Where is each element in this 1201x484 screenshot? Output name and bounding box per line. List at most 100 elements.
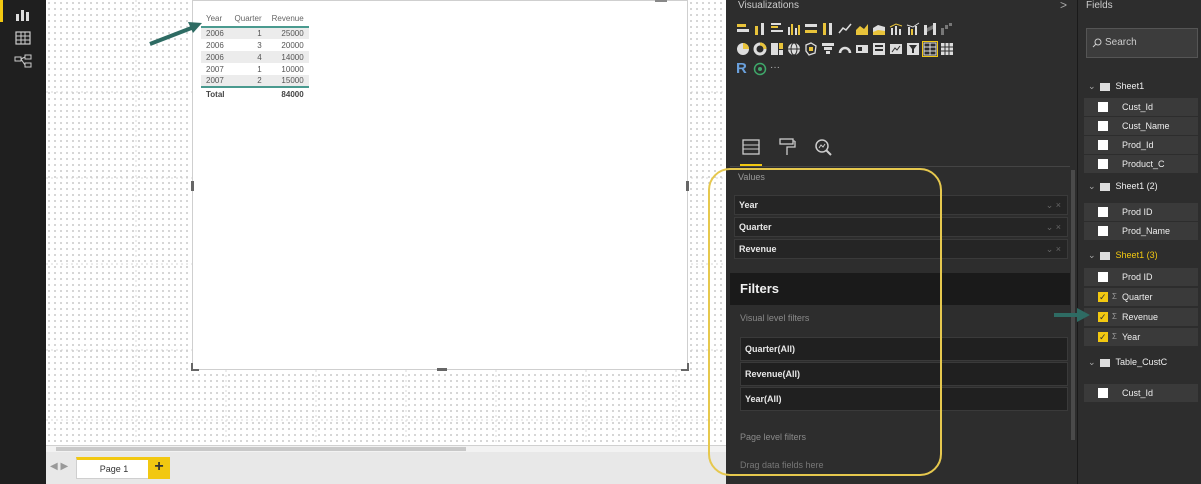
table-visual[interactable]: Year Quarter Revenue 2006 1 25000 2006 3… xyxy=(191,0,689,371)
pane-scrollbar[interactable] xyxy=(1071,170,1075,440)
map-icon[interactable] xyxy=(787,42,801,56)
field-table-sheet1-3[interactable]: ⌄ Sheet1 (3) xyxy=(1082,245,1201,265)
checkbox[interactable] xyxy=(1098,207,1108,217)
funnel-chart-icon[interactable] xyxy=(821,42,835,56)
checkbox[interactable] xyxy=(1098,388,1108,398)
page-tab-1[interactable]: Page 1 xyxy=(76,457,152,479)
more-visuals-icon[interactable]: ··· xyxy=(770,62,780,78)
column-header-revenue[interactable]: Revenue xyxy=(267,13,309,27)
filter-quarter[interactable]: Quarter(All) xyxy=(740,337,1068,361)
checkbox[interactable] xyxy=(1098,226,1108,236)
table-visual-icon[interactable] xyxy=(922,41,938,57)
fields-pane: Fields Search ⌄ Sheet1 Cust_Id Cust_Name … xyxy=(1077,0,1201,484)
ribbon-chart-icon[interactable] xyxy=(923,22,937,36)
table-icon xyxy=(1099,358,1110,367)
report-canvas[interactable]: Year Quarter Revenue 2006 1 25000 2006 3… xyxy=(46,0,726,445)
total-value: 84000 xyxy=(266,86,309,100)
data-table: Year Quarter Revenue 2006 1 25000 2006 3… xyxy=(201,13,309,100)
data-view-icon[interactable] xyxy=(13,28,33,48)
value-well-revenue[interactable]: Revenue ⌄ × xyxy=(734,239,1068,259)
checkbox[interactable] xyxy=(1098,159,1108,169)
waterfall-chart-icon[interactable] xyxy=(940,22,954,36)
well-remove-icon[interactable]: ⌄ × xyxy=(1046,196,1061,214)
value-well-year[interactable]: Year ⌄ × xyxy=(734,195,1068,215)
gauge-icon[interactable] xyxy=(838,42,852,56)
checkbox-checked[interactable] xyxy=(1098,288,1108,306)
well-remove-icon[interactable]: ⌄ × xyxy=(1046,218,1061,236)
line-chart-icon[interactable] xyxy=(838,22,852,36)
filter-revenue[interactable]: Revenue(All) xyxy=(740,362,1068,386)
resize-handle-bottom-left[interactable] xyxy=(191,363,199,371)
collapse-pane-icon[interactable]: > xyxy=(1060,0,1067,12)
horizontal-scrollbar[interactable] xyxy=(46,446,726,452)
card-icon[interactable] xyxy=(855,42,869,56)
filter-year[interactable]: Year(All) xyxy=(740,387,1068,411)
visual-options-handle[interactable] xyxy=(655,0,667,2)
resize-handle-left[interactable] xyxy=(191,181,194,191)
well-remove-icon[interactable]: ⌄ × xyxy=(1046,240,1061,258)
stacked-area-chart-icon[interactable] xyxy=(872,22,886,36)
matrix-icon[interactable] xyxy=(940,42,954,56)
sigma-icon: Σ xyxy=(1112,312,1117,321)
pie-chart-icon[interactable] xyxy=(736,42,750,56)
field-table-sheet1-2[interactable]: ⌄ Sheet1 (2) xyxy=(1082,176,1201,196)
field-product-c[interactable]: Product_C xyxy=(1084,155,1198,173)
donut-chart-icon[interactable] xyxy=(753,42,767,56)
value-well-quarter[interactable]: Quarter ⌄ × xyxy=(734,217,1068,237)
r-script-visual-icon[interactable]: R xyxy=(736,61,750,78)
field-revenue[interactable]: ΣRevenue xyxy=(1084,308,1198,326)
checkbox-checked[interactable] xyxy=(1098,328,1108,346)
slicer-icon[interactable] xyxy=(906,42,920,56)
field-cust-id-2[interactable]: Cust_Id xyxy=(1084,384,1198,402)
annotation-arrow-icon xyxy=(1054,308,1090,322)
column-header-quarter[interactable]: Quarter xyxy=(230,13,267,27)
resize-handle-bottom-right[interactable] xyxy=(681,363,689,371)
drop-zone-hint[interactable]: Drag data fields here xyxy=(740,460,824,470)
checkbox[interactable] xyxy=(1098,121,1108,131)
100-bar-chart-icon[interactable] xyxy=(804,22,818,36)
resize-handle-bottom[interactable] xyxy=(437,368,447,371)
treemap-icon[interactable] xyxy=(770,42,784,56)
clustered-bar-chart-icon[interactable] xyxy=(770,22,784,36)
add-page-button[interactable]: + xyxy=(148,457,170,479)
100-column-chart-icon[interactable] xyxy=(821,22,835,36)
kpi-icon[interactable] xyxy=(889,42,903,56)
checkbox[interactable] xyxy=(1098,140,1108,150)
field-cust-name[interactable]: Cust_Name xyxy=(1084,117,1198,135)
field-prod-name[interactable]: Prod_Name xyxy=(1084,222,1198,240)
field-quarter[interactable]: ΣQuarter xyxy=(1084,288,1198,306)
field-year[interactable]: ΣYear xyxy=(1084,328,1198,346)
format-paint-roller-icon[interactable] xyxy=(776,136,798,166)
fields-tab-icon[interactable] xyxy=(740,136,762,166)
fields-search-input[interactable]: Search xyxy=(1086,28,1198,58)
clustered-column-chart-icon[interactable] xyxy=(787,22,801,36)
field-table-sheet1[interactable]: ⌄ Sheet1 xyxy=(1082,76,1201,96)
field-cust-id[interactable]: Cust_Id xyxy=(1084,98,1198,116)
field-prod-id-3[interactable]: Prod ID xyxy=(1084,268,1198,286)
checkbox-checked[interactable] xyxy=(1098,308,1108,326)
sigma-icon: Σ xyxy=(1112,292,1117,301)
checkbox[interactable] xyxy=(1098,272,1108,282)
field-table-table-custc[interactable]: ⌄ Table_CustC xyxy=(1082,352,1201,372)
table-row: 2007 1 10000 xyxy=(201,63,309,75)
analytics-magnifier-icon[interactable] xyxy=(812,136,834,166)
field-prod-id[interactable]: Prod_Id xyxy=(1084,136,1198,154)
search-icon xyxy=(1092,38,1102,48)
line-clustered-column-chart-icon[interactable] xyxy=(906,22,920,36)
cell-revenue: 25000 xyxy=(266,27,309,39)
relationship-view-icon[interactable] xyxy=(13,52,33,72)
field-prod-id-2[interactable]: Prod ID xyxy=(1084,203,1198,221)
page-nav-arrows-icon[interactable]: ◀ ▶ xyxy=(50,461,68,472)
area-chart-icon[interactable] xyxy=(855,22,869,36)
filled-map-icon[interactable] xyxy=(804,42,818,56)
table-row: 2006 1 25000 xyxy=(201,27,309,39)
resize-handle-right[interactable] xyxy=(686,181,689,191)
multi-row-card-icon[interactable] xyxy=(872,42,886,56)
stacked-column-chart-icon[interactable] xyxy=(753,22,767,36)
cell-quarter: 2 xyxy=(229,75,267,87)
checkbox[interactable] xyxy=(1098,102,1108,112)
stacked-bar-chart-icon[interactable] xyxy=(736,22,750,36)
line-column-chart-icon[interactable] xyxy=(889,22,903,36)
report-view-icon[interactable] xyxy=(0,0,33,24)
globe-visual-icon[interactable] xyxy=(753,62,767,76)
